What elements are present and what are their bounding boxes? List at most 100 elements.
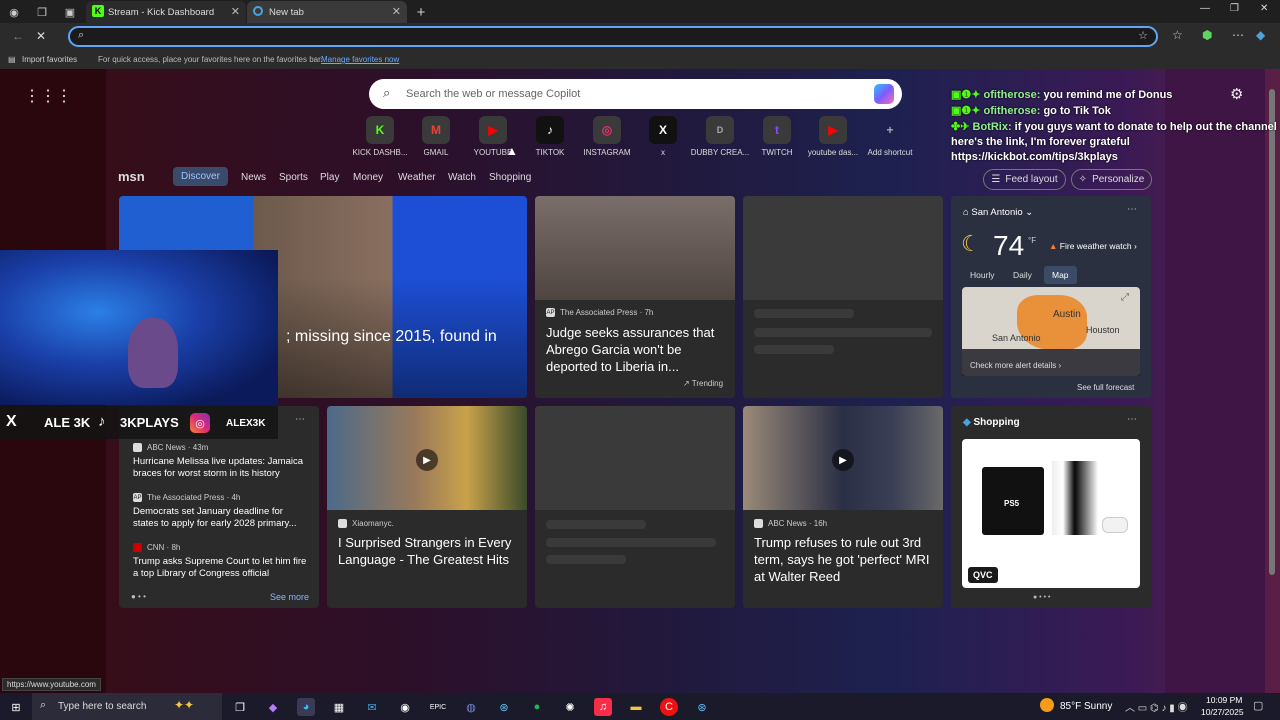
see-more-link[interactable]: See more: [270, 592, 309, 602]
shortcut-gmail[interactable]: M GMAIL: [404, 116, 468, 157]
restore-icon[interactable]: ❐: [1230, 3, 1239, 14]
nav-watch[interactable]: Watch: [448, 172, 476, 183]
copilot-icon[interactable]: ◆: [1256, 28, 1265, 42]
weather-card[interactable]: ⌂ San Antonio ⌄ ⋯ ☾ 74 °F ▲ Fire weather…: [951, 196, 1151, 398]
close-tab-icon[interactable]: ✕: [231, 5, 240, 18]
app-icon[interactable]: C: [660, 698, 678, 716]
manage-favorites-link[interactable]: Manage favorites now: [321, 55, 399, 64]
copilot-icon[interactable]: [874, 84, 894, 104]
play-icon[interactable]: ▶: [416, 449, 438, 471]
expand-icon[interactable]: ⤢: [1121, 292, 1129, 303]
alert-details-link[interactable]: Check more alert details ›: [970, 361, 1061, 370]
play-icon[interactable]: ▶: [832, 449, 854, 471]
streamer-figure: [128, 318, 178, 388]
shortcut-youtube-dashboard[interactable]: ▶ youtube das...: [801, 116, 865, 157]
list-item[interactable]: ABC News · 43m Hurricane Melissa live up…: [133, 443, 309, 480]
system-tray-icons[interactable]: ︿ ▭ ⌬ ♪ ▮ ◉: [1125, 699, 1188, 714]
list-item[interactable]: CNN · 8h Trump asks Supreme Court to let…: [133, 543, 309, 580]
nav-discover[interactable]: Discover: [173, 167, 228, 186]
weather-location[interactable]: ⌂ San Antonio ⌄: [963, 207, 1033, 218]
discord-icon[interactable]: ◍: [462, 698, 480, 716]
extension-icon[interactable]: ⬢: [1202, 28, 1212, 42]
nav-sports[interactable]: Sports: [279, 172, 308, 183]
favorite-star-icon[interactable]: ☆: [1138, 29, 1148, 42]
shortcut-kick[interactable]: K KICK DASHB...: [348, 116, 412, 157]
more-options-icon[interactable]: ⋯: [1127, 204, 1137, 215]
favorites-icon[interactable]: ☆: [1172, 28, 1183, 42]
back-icon[interactable]: ←: [12, 29, 24, 43]
nav-shopping[interactable]: Shopping: [489, 172, 531, 183]
store-icon[interactable]: ▦: [330, 698, 348, 716]
weather-tab-hourly[interactable]: Hourly: [970, 270, 995, 280]
nav-news[interactable]: News: [241, 172, 266, 183]
music-icon[interactable]: ♫: [594, 698, 612, 716]
nav-play[interactable]: Play: [320, 172, 339, 183]
new-tab-icon[interactable]: +: [413, 4, 429, 21]
tab-new-tab[interactable]: New tab ✕: [247, 1, 407, 23]
obs-icon[interactable]: ◉: [396, 698, 414, 716]
news-card-abc[interactable]: ▶ ABC News · 16h Trump refuses to rule o…: [743, 406, 943, 608]
taskbar-date[interactable]: 10/27/2025: [1201, 707, 1244, 717]
shopping-card[interactable]: ◆ Shopping ⋯ PS5 QVC ● • • •: [951, 406, 1151, 608]
weather-map[interactable]: Austin Houston San Antonio ⤢ Check more …: [962, 287, 1140, 376]
video-card[interactable]: ▶ Xiaomanyc. I Surprised Strangers in Ev…: [327, 406, 527, 608]
copilot-icon[interactable]: ◆: [264, 698, 282, 716]
chatgpt-icon[interactable]: ✺: [561, 698, 579, 716]
news-card-ap[interactable]: AP The Associated Press · 7h Judge seeks …: [535, 196, 735, 398]
full-forecast-link[interactable]: See full forecast: [1077, 383, 1134, 392]
import-favorites-button[interactable]: Import favorites: [22, 55, 77, 64]
ap-logo-icon: AP: [546, 308, 555, 317]
tab-kick-dashboard[interactable]: K Stream - Kick Dashboard ✕: [86, 1, 246, 23]
copilot-search-box[interactable]: ⌕ Search the web or message Copilot: [369, 79, 902, 109]
product-image[interactable]: PS5: [962, 439, 1140, 588]
nav-weather[interactable]: Weather: [398, 172, 436, 183]
shortcut-tiktok[interactable]: ♪ TIKTOK: [518, 116, 582, 157]
weather-tab-map[interactable]: Map: [1044, 266, 1077, 284]
apps-grid-icon[interactable]: ⋮⋮⋮: [24, 86, 72, 106]
steam-icon[interactable]: ⊛: [495, 698, 513, 716]
nav-money[interactable]: Money: [353, 172, 383, 183]
spotify-icon[interactable]: ●: [528, 698, 546, 716]
shortcut-twitch[interactable]: t TWITCH: [745, 116, 809, 157]
taskbar-time[interactable]: 10:09 PM: [1206, 695, 1242, 705]
more-options-icon[interactable]: ⋯: [295, 414, 305, 425]
profile-icon[interactable]: ◉: [6, 4, 22, 20]
minimize-icon[interactable]: —: [1200, 3, 1210, 14]
search-icon: ⌕: [40, 699, 47, 711]
personalize-button[interactable]: ✧ Personalize: [1071, 169, 1152, 190]
pager-dots[interactable]: ● • • •: [1033, 594, 1050, 601]
pager-dots[interactable]: ● • •: [131, 592, 146, 601]
notifications-icon[interactable]: ▢: [1253, 699, 1263, 712]
workspaces-icon[interactable]: ❐: [34, 4, 50, 20]
more-options-icon[interactable]: ⋯: [1127, 414, 1137, 425]
fire-weather-alert[interactable]: ▲ Fire weather watch ›: [1049, 241, 1137, 251]
windows-start-icon[interactable]: ⊞: [7, 698, 25, 716]
more-icon[interactable]: ⋯: [1232, 28, 1244, 42]
task-view-icon[interactable]: ❐: [231, 698, 249, 716]
shortcut-instagram[interactable]: ◎ INSTAGRAM: [575, 116, 639, 157]
shortcut-x[interactable]: Xx: [631, 116, 695, 157]
msn-logo[interactable]: msn: [118, 169, 145, 184]
epic-games-icon[interactable]: EPIC: [429, 698, 447, 716]
weather-tab-daily[interactable]: Daily: [1013, 270, 1032, 280]
tab-actions-icon[interactable]: ▣: [62, 4, 78, 20]
shortcut-add[interactable]: + Add shortcut: [858, 116, 922, 157]
list-item[interactable]: AP The Associated Press · 4h Democrats se…: [133, 493, 309, 530]
taskbar-weather[interactable]: 85°F Sunny: [1060, 701, 1112, 712]
close-tab-icon[interactable]: ✕: [392, 5, 401, 18]
shortcut-label: Add shortcut: [867, 148, 913, 157]
close-window-icon[interactable]: ✕: [1260, 3, 1268, 14]
shortcut-dubby[interactable]: D DUBBY CREA...: [688, 116, 752, 157]
address-input[interactable]: ⌕ ☆: [68, 26, 1158, 47]
news-source: Xiaomanyc.: [338, 519, 394, 528]
file-explorer-icon[interactable]: ▬: [627, 698, 645, 716]
taskbar-search[interactable]: ⌕ Type here to search ✦✦: [32, 693, 222, 720]
feed-layout-button[interactable]: ☰ Feed layout: [983, 169, 1066, 190]
hero-headline: ; missing since 2015, found in: [286, 328, 497, 345]
edge-icon[interactable]: ◕: [297, 698, 315, 716]
instagram-icon: ◎: [593, 116, 621, 144]
outlook-icon[interactable]: ✉: [363, 698, 381, 716]
ap-logo-icon: AP: [133, 493, 142, 502]
stop-icon[interactable]: ✕: [36, 29, 46, 43]
steam-icon[interactable]: ⊛: [693, 698, 711, 716]
